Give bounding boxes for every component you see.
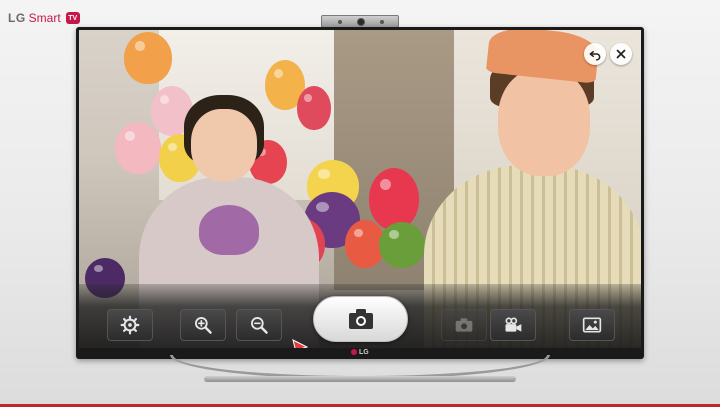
boy-face (498, 68, 590, 176)
tv-stand-base (204, 376, 516, 382)
close-button[interactable] (610, 43, 632, 65)
back-button[interactable] (584, 43, 606, 65)
zoom-in-icon (195, 317, 212, 334)
camera-sensor-right (380, 20, 384, 24)
capture-photo-button[interactable] (313, 296, 408, 342)
camera-sensor-left (338, 20, 342, 24)
camera-lens (357, 18, 365, 26)
butterfly-print (199, 205, 259, 255)
back-arrow-icon (589, 50, 601, 61)
camera-preview-screen (79, 30, 641, 348)
zoom-in-button[interactable] (180, 309, 226, 341)
gallery-icon (582, 317, 602, 333)
close-icon (616, 49, 626, 59)
gear-icon (120, 315, 140, 335)
camera-icon (348, 309, 373, 329)
photo-mode-button[interactable] (441, 309, 487, 341)
camera-icon (455, 318, 473, 332)
gallery-button[interactable] (569, 309, 615, 341)
brand-badge: TV (65, 12, 80, 24)
video-mode-button[interactable] (490, 309, 536, 341)
tv-frame: LG (76, 27, 644, 359)
camera-toolbar (79, 284, 641, 348)
balloon (124, 32, 172, 84)
settings-button[interactable] (107, 309, 153, 341)
pointer-cursor (292, 339, 309, 348)
brand-product: Smart (28, 11, 61, 25)
video-camera-icon (505, 317, 522, 332)
zoom-out-button[interactable] (236, 309, 282, 341)
lg-smart-tv-logo: LG Smart TV (8, 8, 80, 28)
brand-company: LG (8, 11, 26, 25)
zoom-out-icon (250, 317, 268, 334)
girl-face (191, 109, 257, 181)
